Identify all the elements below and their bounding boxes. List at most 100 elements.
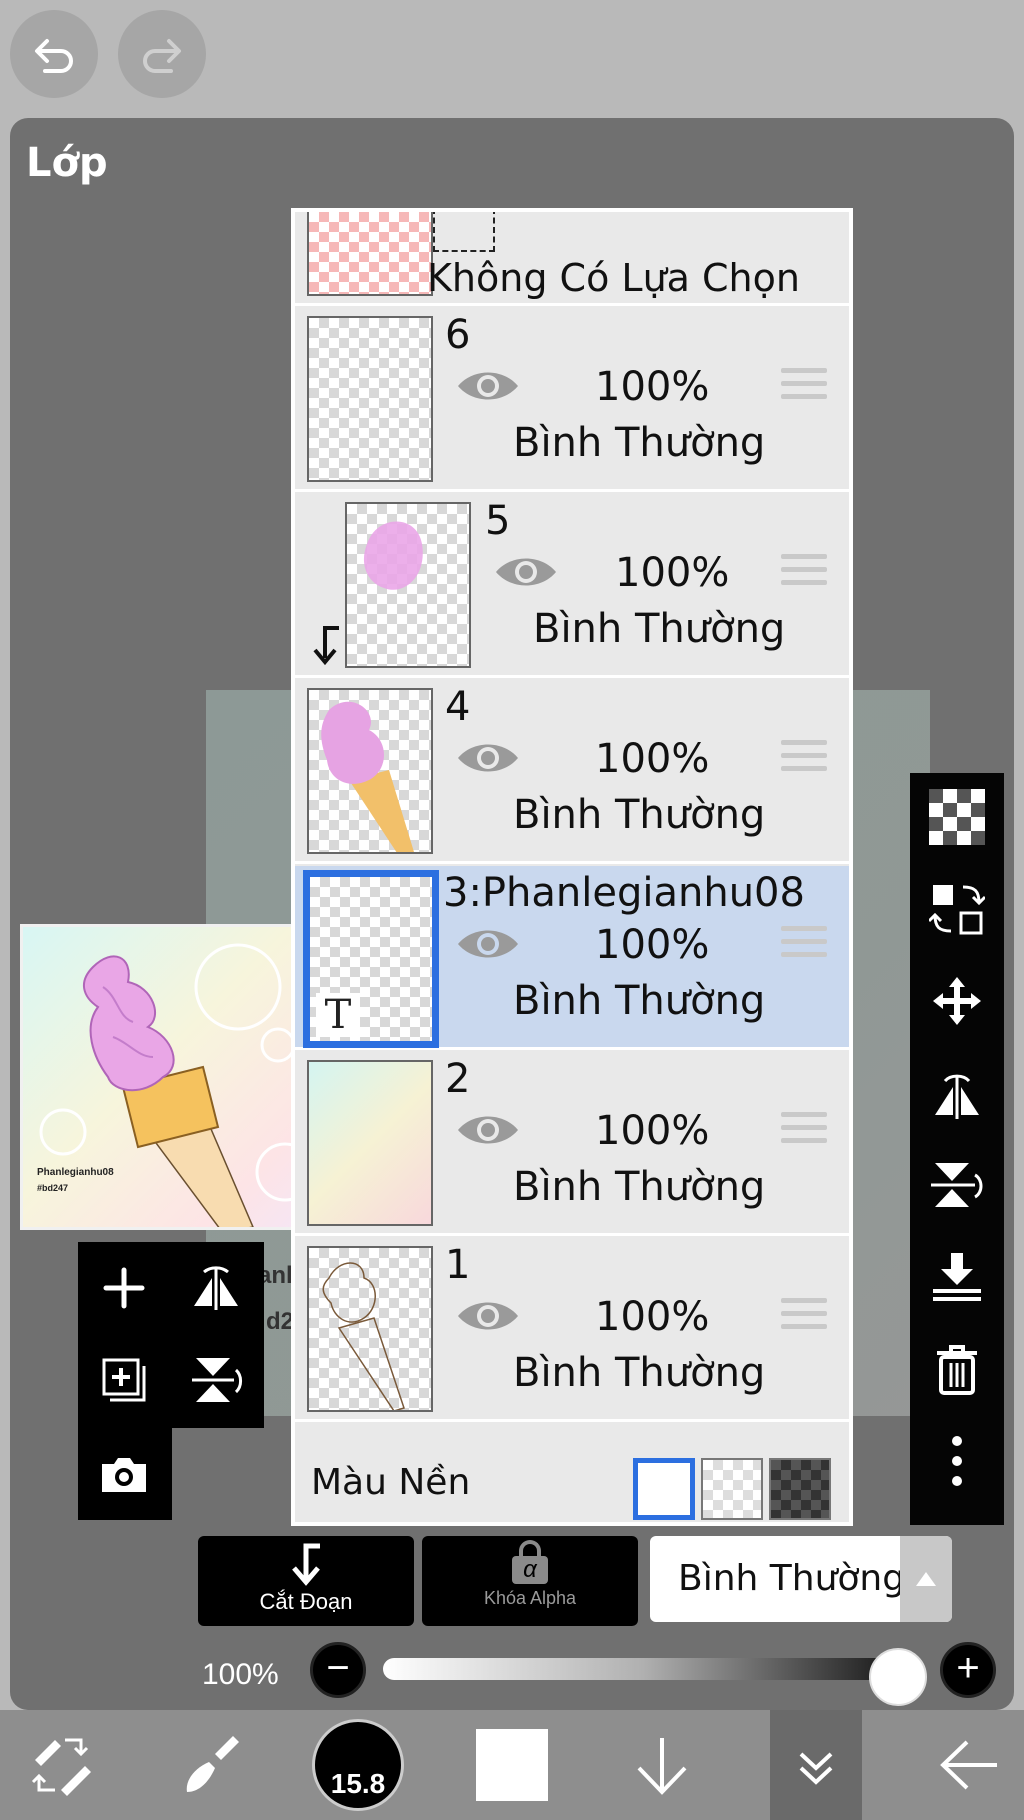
camera-button[interactable] xyxy=(94,1444,154,1504)
eye-icon[interactable] xyxy=(455,924,521,964)
reference-button[interactable] xyxy=(927,879,987,939)
layer-row-5[interactable]: 5 100% Bình Thường xyxy=(295,494,849,678)
left-tools xyxy=(78,1242,264,1428)
canvas-preview[interactable]: Phanlegianhu08 #bd247 xyxy=(20,924,326,1230)
flip-vertical-icon xyxy=(192,1358,243,1402)
undo-button[interactable] xyxy=(10,10,98,98)
drag-handle-icon[interactable] xyxy=(781,1112,827,1150)
eye-icon[interactable] xyxy=(455,366,521,406)
opacity-increase-button[interactable]: + xyxy=(940,1642,996,1698)
layer-row-6[interactable]: 6 100% Bình Thường xyxy=(295,308,849,492)
layer-blend-mode: Bình Thường xyxy=(513,792,766,838)
move-button[interactable] xyxy=(927,971,987,1031)
delete-layer-button[interactable] xyxy=(927,1339,987,1399)
checkerboard-icon xyxy=(929,789,985,845)
pink-swirl-thumb xyxy=(363,521,423,590)
clipping-button[interactable]: Cắt Đoạn xyxy=(198,1536,414,1626)
preview-signature: Phanlegianhu08 xyxy=(37,1167,114,1178)
eye-icon[interactable] xyxy=(493,552,559,592)
drag-handle-icon[interactable] xyxy=(781,1298,827,1336)
move-icon xyxy=(933,977,981,1025)
brush-icon xyxy=(186,1736,239,1792)
eye-icon[interactable] xyxy=(455,1110,521,1150)
layer-opacity: 100% xyxy=(595,922,710,968)
drag-handle-icon[interactable] xyxy=(781,368,827,406)
layer-blend-mode: Bình Thường xyxy=(533,606,786,652)
camera-tool xyxy=(78,1428,172,1520)
layer-panel: Lớp anleg d247 Phanlegianhu08 #bd247 xyxy=(10,118,1014,1710)
color-button[interactable] xyxy=(462,1710,562,1820)
flip-horizontal-icon xyxy=(935,1074,979,1119)
add-layer-button[interactable] xyxy=(94,1258,154,1318)
layer-row-3[interactable]: T 3:Phanlegianhu08 100% Bình Thường xyxy=(295,866,849,1050)
brush-size-value: 15.8 xyxy=(330,1768,386,1799)
eye-icon[interactable] xyxy=(455,1296,521,1336)
flip-horizontal-right-button[interactable] xyxy=(927,1063,987,1123)
layer-thumbnail xyxy=(307,1246,433,1412)
eye-icon[interactable] xyxy=(455,738,521,778)
layer-blend-mode: Bình Thường xyxy=(513,1164,766,1210)
right-toolbar xyxy=(910,773,1004,1525)
transform-tool-button[interactable] xyxy=(10,1710,110,1820)
opacity-slider-thumb[interactable] xyxy=(869,1648,927,1706)
merge-down-button[interactable] xyxy=(927,1247,987,1307)
layer-row-4[interactable]: 4 100% Bình Thường xyxy=(295,680,849,864)
background-label: Màu Nền xyxy=(311,1462,471,1503)
blend-mode-select[interactable]: Bình Thường xyxy=(650,1536,952,1622)
flip-vertical-right-button[interactable] xyxy=(927,1155,987,1215)
clip-arrow-icon xyxy=(313,626,339,666)
current-color-swatch xyxy=(476,1729,548,1801)
triangle-up-icon xyxy=(916,1572,936,1586)
brush-tool-button[interactable] xyxy=(160,1710,260,1820)
layer-row-2[interactable]: 2 100% Bình Thường xyxy=(295,1052,849,1236)
camera-icon xyxy=(102,1458,146,1492)
layer-name: 4 xyxy=(445,684,471,730)
back-button[interactable] xyxy=(920,1710,1020,1820)
background-white-swatch[interactable] xyxy=(633,1458,695,1520)
opacity-control: 100% − + xyxy=(10,1638,1014,1708)
add-copy-layer-button[interactable] xyxy=(94,1350,154,1410)
layer-name: 3:Phanlegianhu08 xyxy=(443,870,805,916)
undo-icon xyxy=(35,39,73,73)
layer-thumbnail xyxy=(307,688,433,854)
drag-handle-icon[interactable] xyxy=(781,926,827,964)
more-options-button[interactable] xyxy=(927,1431,987,1491)
down-arrow-button[interactable] xyxy=(612,1710,712,1820)
merge-down-icon xyxy=(933,1253,981,1301)
background-transparent-swatch[interactable] xyxy=(701,1458,763,1520)
flip-vertical-icon xyxy=(931,1163,983,1207)
more-vertical-icon xyxy=(952,1436,962,1486)
selection-label: Không Có Lựa Chọn xyxy=(427,256,800,300)
background-color-row: Màu Nền xyxy=(295,1444,849,1522)
ice-cream-thumb xyxy=(321,701,414,852)
layer-list[interactable]: Không Có Lựa Chọn 6 100% Bình Thường 5 1… xyxy=(291,208,853,1526)
layer-thumbnail xyxy=(345,502,471,668)
brush-size-button[interactable]: 15.8 xyxy=(308,1710,408,1820)
ice-cream-illustration xyxy=(39,943,315,1227)
background-dark-swatch[interactable] xyxy=(769,1458,831,1520)
drag-handle-icon[interactable] xyxy=(781,554,827,592)
opacity-decrease-button[interactable]: − xyxy=(310,1642,366,1698)
redo-button[interactable] xyxy=(118,10,206,98)
pen-eraser-swap-icon xyxy=(31,1738,91,1796)
layer-name: 5 xyxy=(485,498,511,544)
alpha-lock-button[interactable]: α Khóa Alpha xyxy=(422,1536,638,1626)
layer-thumbnail: T xyxy=(303,870,439,1048)
text-layer-icon: T xyxy=(316,993,360,1037)
flip-horizontal-button[interactable] xyxy=(186,1258,246,1318)
selection-layer-row[interactable]: Không Có Lựa Chọn xyxy=(295,212,849,306)
blend-mode-dropdown-button[interactable] xyxy=(900,1536,952,1622)
layers-toggle-button[interactable] xyxy=(770,1710,862,1820)
flip-vertical-button[interactable] xyxy=(186,1350,246,1410)
layer-thumbnail xyxy=(307,1060,433,1226)
layer-opacity: 100% xyxy=(595,736,710,782)
transparency-button[interactable] xyxy=(927,787,987,847)
selection-icon xyxy=(433,212,495,252)
drag-handle-icon[interactable] xyxy=(781,740,827,778)
double-chevron-down-icon xyxy=(799,1752,833,1785)
layer-opacity: 100% xyxy=(595,1108,710,1154)
opacity-slider[interactable] xyxy=(383,1658,903,1680)
layer-row-1[interactable]: 1 100% Bình Thường xyxy=(295,1238,849,1422)
layer-blend-mode: Bình Thường xyxy=(513,1350,766,1396)
swap-layers-icon xyxy=(929,885,985,935)
